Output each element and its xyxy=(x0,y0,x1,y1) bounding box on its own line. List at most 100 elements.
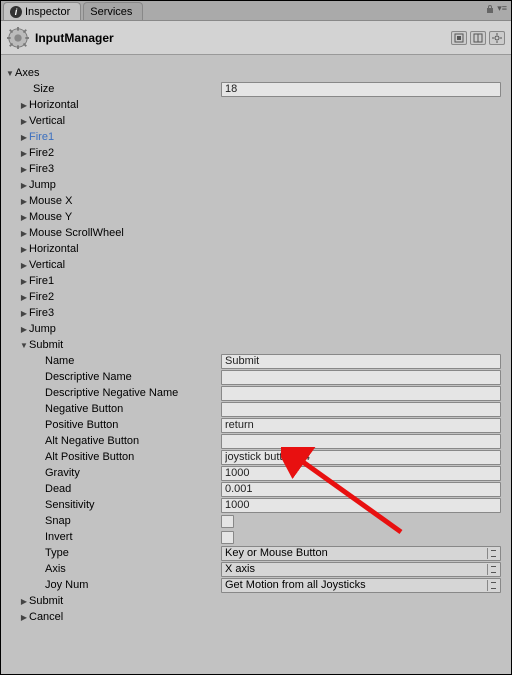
snap-checkbox[interactable] xyxy=(221,515,234,528)
gravity-input[interactable] xyxy=(221,466,501,481)
alt_neg-input[interactable] xyxy=(221,434,501,449)
axis-item[interactable]: ▶Vertical xyxy=(5,257,507,273)
axis-item[interactable]: ▶Jump xyxy=(5,177,507,193)
axis-item[interactable]: ▶Jump xyxy=(5,321,507,337)
axis-item-label: Jump xyxy=(29,323,56,335)
property-label: Descriptive Negative Name xyxy=(45,387,178,399)
open-button[interactable] xyxy=(451,31,467,45)
panel-menu-icon[interactable]: ▾≡ xyxy=(497,3,507,14)
axis-item[interactable]: ▶Fire2 xyxy=(5,145,507,161)
chevron-right-icon: ▶ xyxy=(19,261,29,270)
property-label: Descriptive Name xyxy=(45,371,132,383)
property-row: Alt Positive Button xyxy=(5,449,507,465)
axes-list: ▶Horizontal▶Vertical▶Fire1▶Fire2▶Fire3▶J… xyxy=(5,97,507,625)
tab-inspector[interactable]: i Inspector xyxy=(3,2,81,20)
chevron-right-icon: ▶ xyxy=(19,149,29,158)
chevron-right-icon: ▶ xyxy=(19,165,29,174)
tab-bar: i Inspector Services ▾≡ xyxy=(1,1,511,21)
updown-icon: ▴▾ xyxy=(492,564,496,574)
axis-item[interactable]: ▶Submit xyxy=(5,593,507,609)
pos_btn-input[interactable] xyxy=(221,418,501,433)
component-header-buttons xyxy=(451,31,505,45)
axis-item-label: Fire3 xyxy=(29,163,54,175)
name-input[interactable] xyxy=(221,354,501,369)
axis-item[interactable]: ▶Horizontal xyxy=(5,97,507,113)
axes-foldout[interactable]: ▼ Axes xyxy=(5,65,507,81)
axis-item-label: Mouse X xyxy=(29,195,72,207)
property-row: Sensitivity xyxy=(5,497,507,513)
axis-item[interactable]: ▶Mouse Y xyxy=(5,209,507,225)
lock-icon[interactable] xyxy=(485,4,495,14)
dropdown-value: Key or Mouse Button xyxy=(225,547,328,559)
property-row: Gravity xyxy=(5,465,507,481)
invert-checkbox[interactable] xyxy=(221,531,234,544)
axis-item[interactable]: ▶Fire1 xyxy=(5,129,507,145)
axis-item[interactable]: ▶Cancel xyxy=(5,609,507,625)
settings-button[interactable] xyxy=(489,31,505,45)
property-row: Descriptive Negative Name xyxy=(5,385,507,401)
axis-item-label: Fire1 xyxy=(29,275,54,287)
neg_btn-input[interactable] xyxy=(221,402,501,417)
property-label: Sensitivity xyxy=(45,499,95,511)
axis-item[interactable]: ▶Fire3 xyxy=(5,161,507,177)
chevron-right-icon: ▶ xyxy=(19,117,29,126)
chevron-right-icon: ▶ xyxy=(19,309,29,318)
chevron-right-icon: ▶ xyxy=(19,197,29,206)
alt_pos-input[interactable] xyxy=(221,450,501,465)
help-button[interactable] xyxy=(470,31,486,45)
axis-item[interactable]: ▶Vertical xyxy=(5,113,507,129)
chevron-right-icon: ▶ xyxy=(19,181,29,190)
tab-services[interactable]: Services xyxy=(83,2,143,20)
property-row: Axis X axis ▴▾ xyxy=(5,561,507,577)
axis-item[interactable]: ▶Fire3 xyxy=(5,305,507,321)
sensitivity-input[interactable] xyxy=(221,498,501,513)
chevron-right-icon: ▶ xyxy=(19,133,29,142)
info-icon: i xyxy=(10,6,22,18)
axis-item-label: Vertical xyxy=(29,115,65,127)
property-row: Descriptive Name xyxy=(5,369,507,385)
gear-icon xyxy=(492,33,502,43)
updown-icon: ▴▾ xyxy=(492,580,496,590)
panel-lock-area: ▾≡ xyxy=(485,3,507,14)
axis-dropdown[interactable]: X axis ▴▾ xyxy=(221,562,501,577)
component-header: InputManager xyxy=(1,21,511,55)
dropdown-value: X axis xyxy=(225,563,255,575)
dropdown-value: Get Motion from all Joysticks xyxy=(225,579,366,591)
chevron-right-icon: ▶ xyxy=(19,293,29,302)
size-field-row: Size xyxy=(5,81,507,97)
chevron-right-icon: ▶ xyxy=(19,213,29,222)
axis-item[interactable]: ▶Fire1 xyxy=(5,273,507,289)
component-title: InputManager xyxy=(35,31,114,45)
axis-item[interactable]: ▶Fire2 xyxy=(5,289,507,305)
box-icon xyxy=(454,33,464,43)
property-label: Positive Button xyxy=(45,419,118,431)
axis-item[interactable]: ▼Submit xyxy=(5,337,507,353)
property-label: Axis xyxy=(45,563,66,575)
property-row: Negative Button xyxy=(5,401,507,417)
chevron-down-icon: ▼ xyxy=(5,69,15,78)
desc_name-input[interactable] xyxy=(221,370,501,385)
axis-item-label: Mouse ScrollWheel xyxy=(29,227,124,239)
axis-item[interactable]: ▶Mouse X xyxy=(5,193,507,209)
property-label: Alt Negative Button xyxy=(45,435,139,447)
axis-item[interactable]: ▶Horizontal xyxy=(5,241,507,257)
axis-item-label: Fire1 xyxy=(29,131,54,143)
axis-item-label: Submit xyxy=(29,595,63,607)
property-row: TypeKey or Mouse Button▴▾ xyxy=(5,545,507,561)
axis-item-label: Fire2 xyxy=(29,147,54,159)
axis-item-label: Cancel xyxy=(29,611,63,623)
tab-label: Services xyxy=(90,6,132,18)
content-area: ▼ Axes Size ▶Horizontal▶Vertical▶Fire1▶F… xyxy=(1,65,511,625)
axis-item-label: Mouse Y xyxy=(29,211,72,223)
axis-item[interactable]: ▶Mouse ScrollWheel xyxy=(5,225,507,241)
desc_neg-input[interactable] xyxy=(221,386,501,401)
property-label: Negative Button xyxy=(45,403,123,415)
axis-item-label: Fire3 xyxy=(29,307,54,319)
property-label: Alt Positive Button xyxy=(45,451,134,463)
size-input[interactable] xyxy=(221,82,501,97)
dead-input[interactable] xyxy=(221,482,501,497)
axis-item-label: Horizontal xyxy=(29,243,79,255)
joynum-dropdown[interactable]: Get Motion from all Joysticks ▴▾ xyxy=(221,578,501,593)
type-dropdown[interactable]: Key or Mouse Button▴▾ xyxy=(221,546,501,561)
property-row: Alt Negative Button xyxy=(5,433,507,449)
